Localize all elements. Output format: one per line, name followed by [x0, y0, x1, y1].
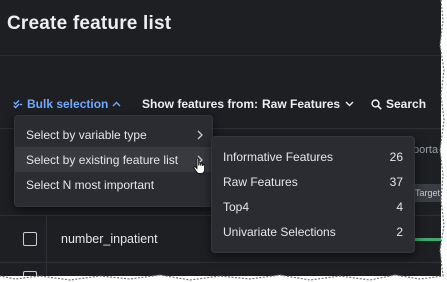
row-checkbox[interactable] [23, 271, 37, 276]
submenu-item-label: Top4 [223, 199, 250, 214]
search-icon [371, 98, 382, 110]
importance-column-header: porta [413, 144, 439, 156]
submenu-item-count: 26 [389, 149, 403, 164]
bulk-selection-button[interactable]: Bulk selection [13, 95, 121, 113]
show-features-value: Raw Features [262, 97, 341, 111]
feature-list-submenu: Informative Features 26 Raw Features 37 … [211, 136, 415, 253]
bulk-selection-menu: Select by variable type Select by existi… [14, 115, 213, 207]
page-title: Create feature list [7, 13, 172, 34]
menu-item-select-by-existing-feature-list[interactable]: Select by existing feature list [15, 147, 212, 172]
submenu-item-count: 37 [389, 174, 403, 189]
search-label: Search [386, 97, 427, 111]
submenu-item-univariate-selections[interactable]: Univariate Selections 2 [212, 219, 414, 244]
show-features-prefix: Show features from: [142, 97, 259, 111]
submenu-item-count: 2 [396, 224, 403, 239]
row-checkbox[interactable] [23, 232, 37, 246]
table-column-divider [46, 215, 47, 276]
menu-item-select-by-variable-type[interactable]: Select by variable type [15, 122, 212, 147]
menu-item-select-n-most-important[interactable]: Select N most important [15, 172, 212, 197]
submenu-item-label: Univariate Selections [223, 224, 336, 239]
submenu-item-count: 4 [396, 199, 403, 214]
submenu-item-informative-features[interactable]: Informative Features 26 [212, 144, 414, 169]
importance-bar [413, 238, 441, 241]
app-window: Create feature list Bulk selection Show … [0, 0, 441, 276]
bulk-selection-label: Bulk selection [27, 97, 109, 111]
header-divider [0, 55, 441, 56]
target-badge: Target [413, 184, 441, 202]
show-features-dropdown[interactable]: Show features from: Raw Features [142, 95, 354, 113]
submenu-item-raw-features[interactable]: Raw Features 37 [212, 169, 414, 194]
double-check-icon [13, 99, 23, 109]
submenu-item-top4[interactable]: Top4 4 [212, 194, 414, 219]
submenu-item-label: Informative Features [223, 149, 334, 164]
menu-item-label: Select N most important [26, 177, 155, 192]
chevron-down-icon [345, 101, 354, 107]
menu-item-label: Select by variable type [26, 127, 147, 142]
feature-name-cell: number_inpatient [61, 232, 158, 246]
table-row-divider [0, 262, 441, 263]
menu-item-label: Select by existing feature list [26, 152, 179, 167]
chevron-right-icon [197, 129, 203, 143]
search-button[interactable]: Search [371, 95, 426, 113]
hand-cursor-icon [193, 157, 207, 180]
chevron-up-icon [112, 101, 121, 107]
submenu-item-label: Raw Features [223, 174, 298, 189]
